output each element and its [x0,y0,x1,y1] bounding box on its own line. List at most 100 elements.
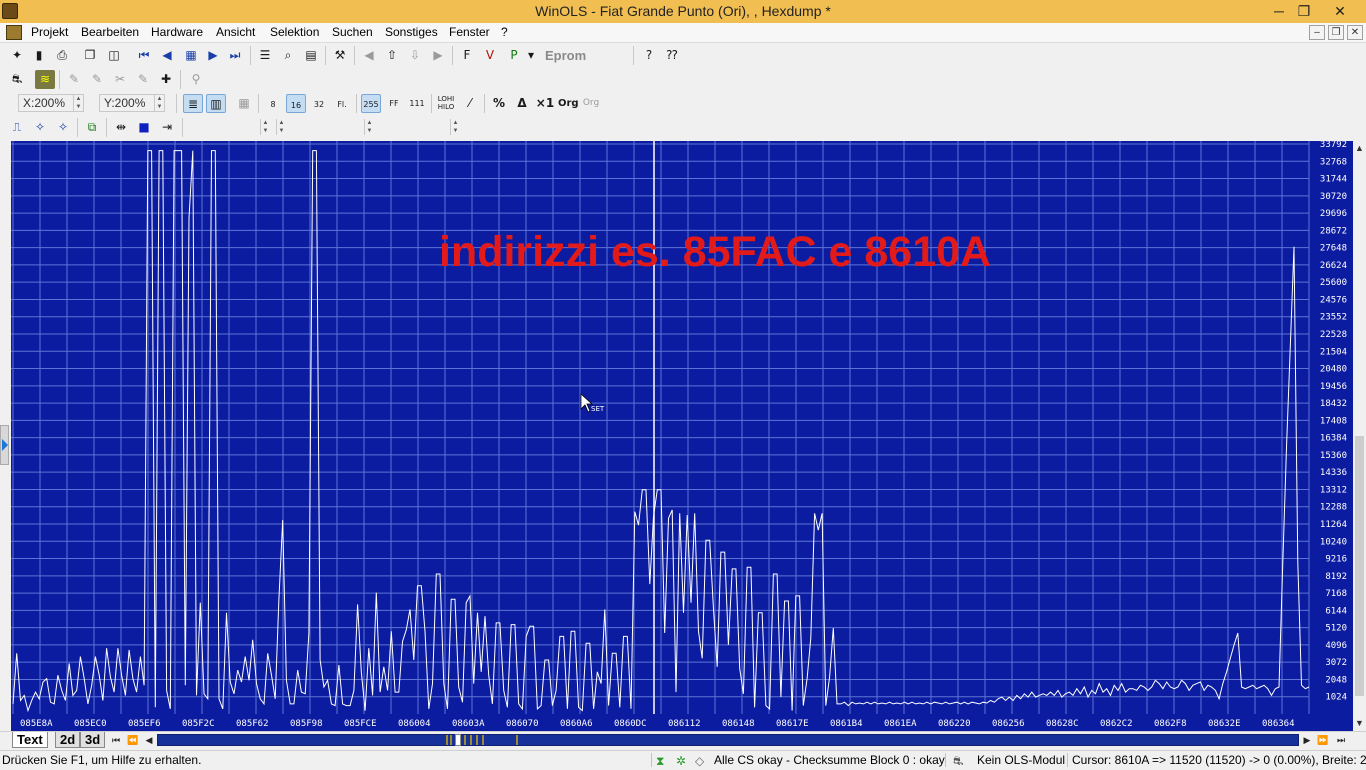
help-icon[interactable]: ? [639,46,659,65]
menu-hardware[interactable]: Hardware [151,25,203,39]
hexdump-2d-chart[interactable]: 33792 32768 31744 30720 29696 28672 27648 26624… [11,141,1353,731]
prev-icon[interactable]: ◀ [157,46,177,65]
nav-prev-page-icon[interactable]: ⏪ [125,733,141,747]
window-icon[interactable]: ❐ [80,46,100,65]
map-tool-1-icon[interactable]: ✎ [64,70,84,89]
hex-button[interactable]: FF [384,94,404,113]
spinner-arrows-icon[interactable]: ▲ ▼ [276,119,286,135]
file-f-icon[interactable]: F [457,46,477,65]
bits-32-button[interactable]: 32 [309,94,329,113]
spinner-arrows-icon[interactable]: ▲ ▼ [450,119,460,135]
chart-tool-1-icon[interactable]: ⎍ [7,118,27,137]
menu-suchen[interactable]: Suchen [332,25,373,39]
x-zoom-spinner[interactable]: X:200% ▲ ▼ [18,94,84,112]
last-icon[interactable]: ⏭ [225,46,245,65]
value-spinner-4[interactable]: ▲ ▼ [376,119,460,137]
view-bars-icon[interactable]: ▥ [206,94,226,113]
map-tool-4-icon[interactable]: ✎ [133,70,153,89]
file-v-icon[interactable]: V [480,46,500,65]
context-help-icon[interactable]: ⁇ [662,46,682,65]
eprom-label[interactable]: Eprom [545,48,586,63]
view-grid-icon[interactable]: ▦ [234,94,254,113]
vertical-scroll-thumb[interactable] [1355,436,1364,696]
car-icon[interactable]: ⛐ [7,70,27,89]
chart-tool-2-icon[interactable]: ✧ [30,118,50,137]
nav-next-page-icon[interactable]: ⏩ [1315,733,1331,747]
tab-3d[interactable]: 3d [80,732,106,748]
map-search-icon[interactable]: ⚲ [186,70,206,89]
chart-tool-3-icon[interactable]: ✧ [53,118,73,137]
menu-help[interactable]: ? [501,25,508,39]
decimal-button[interactable]: 255 [361,94,381,113]
value-spinner-3[interactable]: ▲ ▼ [288,119,374,137]
nav-first-icon[interactable]: ⏮ [108,733,124,747]
table-icon[interactable]: ▤ [301,46,321,65]
copy-block-icon[interactable]: ⧉ [82,118,102,137]
tool-icon[interactable]: ⚒ [330,46,350,65]
back-icon[interactable]: ◀ [359,46,379,65]
y-zoom-spinner[interactable]: Y:200% ▲ ▼ [99,94,165,112]
map-tool-3-icon[interactable]: ✂ [110,70,130,89]
width-icon[interactable]: ⇥ [157,118,177,137]
spinner-arrows-icon[interactable]: ▲ ▼ [154,95,164,111]
spinner-arrows-icon[interactable]: ▲ ▼ [364,119,374,135]
spinner-arrows-icon[interactable]: ▲ ▼ [73,95,83,111]
lohi-hilo-button[interactable]: LOHI HILO [436,94,456,113]
factor-button[interactable]: ×1 [535,94,555,113]
mdi-close-button[interactable]: ✕ [1347,25,1363,40]
bits-8-button[interactable]: 8 [263,94,283,113]
chevron-down-icon[interactable]: ▾ [524,46,538,65]
tab-text[interactable]: Text [12,732,48,748]
map-icon[interactable]: ≋ [35,70,55,89]
horizontal-scrollbar[interactable] [157,734,1299,746]
value-spinner-2[interactable]: ▲ ▼ [272,119,286,137]
first-icon[interactable]: ⏮ [134,46,154,65]
view-lines-icon[interactable]: ≣ [183,94,203,113]
upload-icon[interactable]: ⇧ [382,46,402,65]
menu-bearbeiten[interactable]: Bearbeiten [81,25,139,39]
horizontal-scroll-thumb[interactable] [455,734,461,746]
map-tool-2-icon[interactable]: ✎ [87,70,107,89]
menu-ansicht[interactable]: Ansicht [216,25,255,39]
menu-fenster[interactable]: Fenster [449,25,490,39]
mdi-restore-button[interactable]: ❐ [1328,25,1344,40]
original-diff-button[interactable]: Org [581,94,601,113]
download-icon[interactable]: ⇩ [405,46,425,65]
menu-sonstiges[interactable]: Sonstiges [385,25,438,39]
binary-button[interactable]: 111 [407,94,427,113]
delta-button[interactable]: Δ [512,94,532,113]
grid-icon[interactable]: ▦ [181,46,201,65]
side-panel-toggle[interactable] [0,425,9,465]
eprom-icon[interactable]: ▮ [29,46,49,65]
align-icon[interactable]: ⇹ [111,118,131,137]
print-icon[interactable]: ⎙ [52,46,72,65]
nav-last-icon[interactable]: ⏭ [1333,733,1349,747]
mdi-minimize-button[interactable]: – [1309,25,1325,40]
menu-selektion[interactable]: Selektion [270,25,319,39]
maximize-button[interactable]: ❐ [1287,0,1321,23]
sign-toggle-icon[interactable]: ⁄ [460,94,480,113]
scroll-up-icon[interactable]: ▲ [1353,141,1366,155]
compare-icon[interactable]: ◫ [104,46,124,65]
forward-icon[interactable]: ▶ [428,46,448,65]
nav-next-icon[interactable]: ▶ [1299,733,1315,747]
chart-canvas[interactable]: 33792 32768 31744 30720 29696 28672 27648 26624… [11,141,1353,731]
spinner-arrows-icon[interactable]: ▲ ▼ [260,119,270,135]
percent-button[interactable]: % [489,94,509,113]
value-spinner-1[interactable]: ▲ ▼ [184,119,270,137]
scroll-down-icon[interactable]: ▼ [1353,716,1366,730]
close-button[interactable]: ✕ [1323,0,1357,23]
project-icon[interactable]: ✦ [7,46,27,65]
nav-prev-icon[interactable]: ◀ [141,733,157,747]
find-icon[interactable]: ⌕ [278,46,298,65]
block-color-icon[interactable]: ■ [134,118,154,137]
tree-icon[interactable]: ☰ [255,46,275,65]
bits-16-button[interactable]: 16 [286,94,306,113]
document-icon[interactable] [6,25,22,40]
map-tool-5-icon[interactable]: ✚ [156,70,176,89]
file-p-icon[interactable]: P [504,46,524,65]
next-icon[interactable]: ▶ [203,46,223,65]
original-button[interactable]: Org [558,94,579,113]
menu-projekt[interactable]: Projekt [31,25,68,39]
tab-2d[interactable]: 2d [55,732,81,748]
